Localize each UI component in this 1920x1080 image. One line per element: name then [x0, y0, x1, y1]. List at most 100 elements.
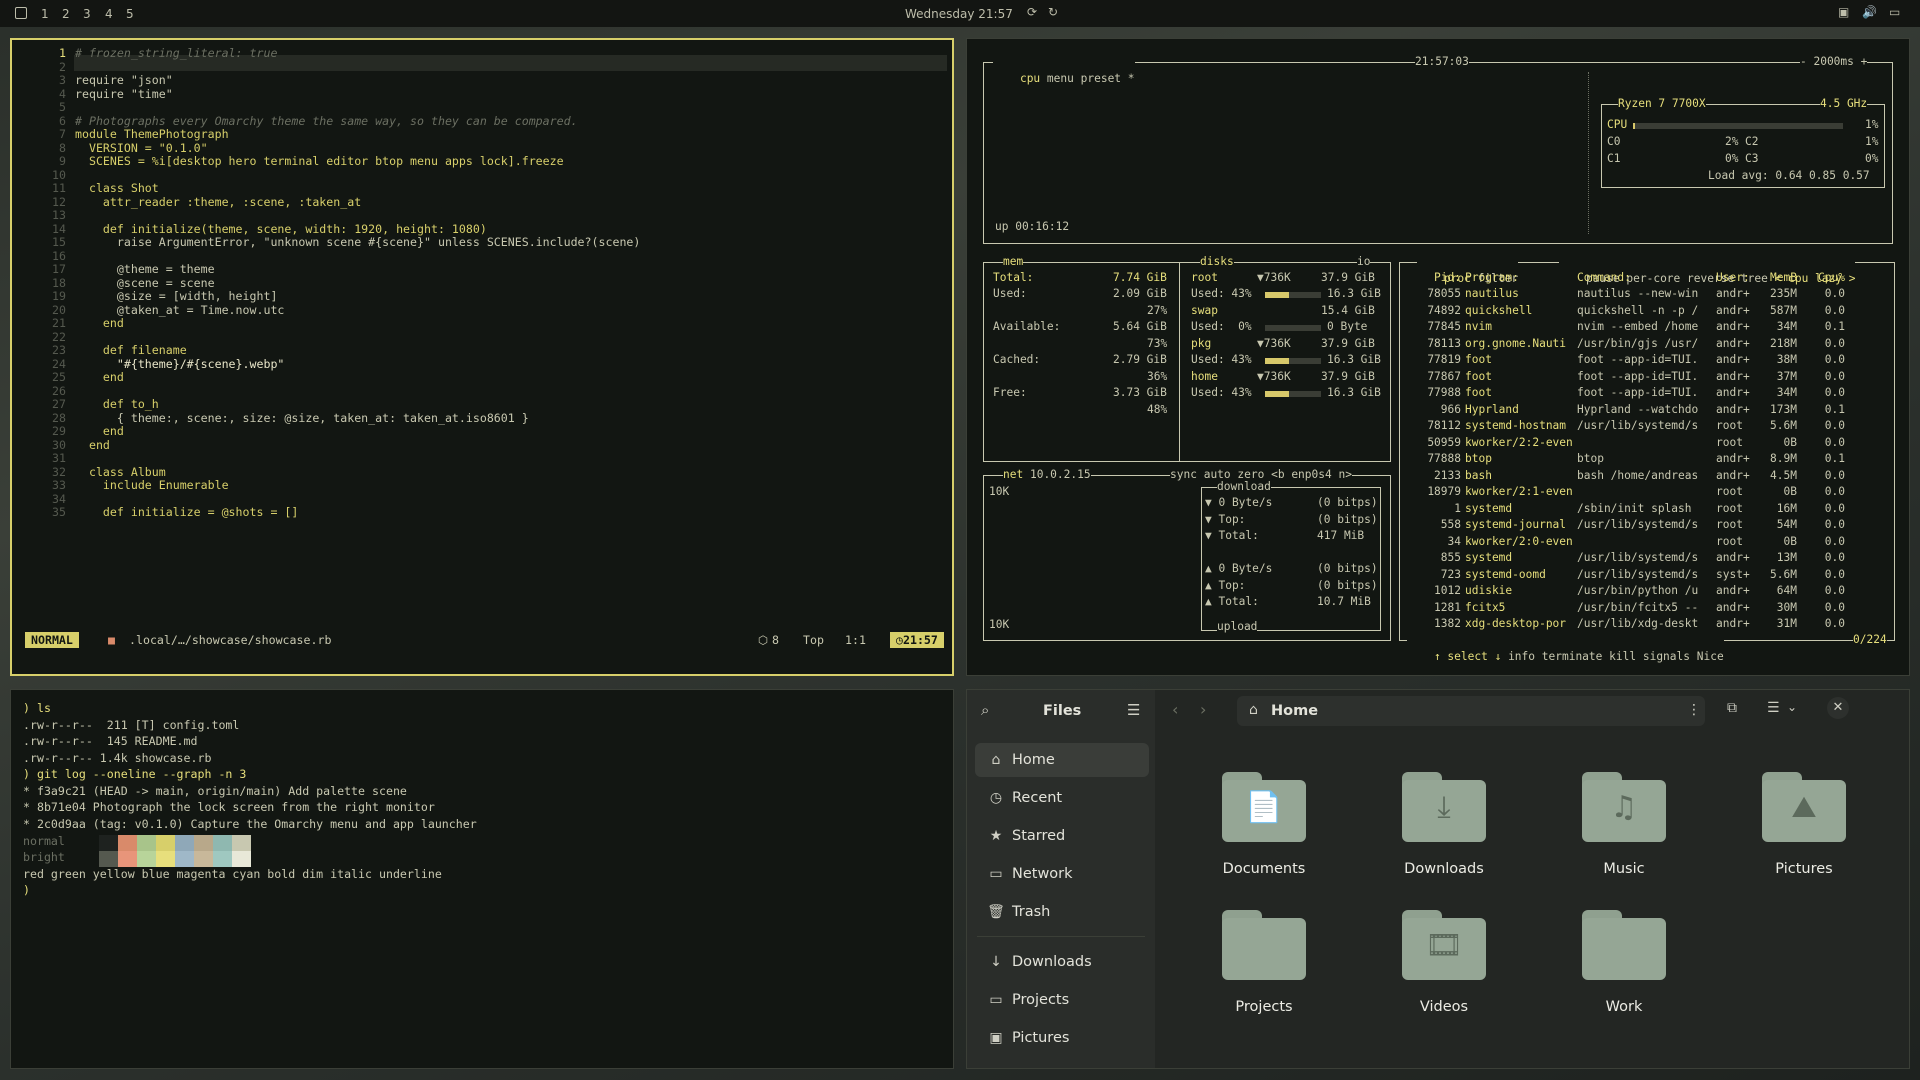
net-interface[interactable]: <b enp0s4 n> [1271, 468, 1352, 481]
process-cell: quickshell -n -p / [1577, 303, 1699, 317]
folder-label[interactable]: Music [1549, 861, 1699, 877]
terminal-line: red green yellow blue magenta cyan bold … [23, 867, 442, 881]
folder-music[interactable]: ♫ [1582, 772, 1666, 842]
folder-videos[interactable]: 🎞 [1402, 910, 1486, 980]
sidebar-item-trash[interactable]: 🗑 Trash [975, 895, 1149, 929]
mem-available-pct: 73% [1147, 337, 1168, 350]
app-launcher-icon[interactable] [15, 7, 27, 19]
projects-icon: ▭ [989, 992, 1003, 1008]
menu-tab[interactable]: menu [1047, 72, 1074, 85]
process-cell: 966 [1440, 402, 1461, 416]
folder-downloads[interactable]: ⤓ [1402, 772, 1486, 842]
display-icon[interactable]: ▭ [1889, 5, 1900, 19]
load-average: Load avg: 0.64 0.85 0.57 [1708, 169, 1870, 182]
process-cell: 0.0 [1824, 501, 1845, 515]
proc-column-header[interactable]: Program: [1465, 270, 1575, 287]
sidebar-item-recent[interactable]: ◷ Recent [975, 781, 1149, 815]
process-cell: 64M [1776, 584, 1797, 597]
proc-nice[interactable]: Nice [1697, 650, 1724, 663]
forward-icon[interactable]: › [1200, 700, 1206, 719]
workspace-5[interactable]: 5 [126, 7, 134, 21]
folder-label[interactable]: Videos [1369, 999, 1519, 1015]
mem-disk-divider [1179, 262, 1180, 462]
proc-column-header[interactable]: Pid: [1407, 270, 1461, 287]
sidebar-item-network[interactable]: ▭ Network [975, 857, 1149, 891]
process-cell: 37M [1776, 369, 1797, 383]
screenshot-icon[interactable]: ⧉ [1727, 700, 1737, 716]
location-menu-icon[interactable]: ⋮ [1687, 702, 1701, 718]
volume-icon[interactable]: 🔊 [1862, 5, 1877, 19]
process-cell: root [1716, 534, 1743, 548]
proc-column-header[interactable]: MemB [1752, 270, 1797, 287]
disk-free: 16.3 GiB [1327, 353, 1381, 366]
folder-label[interactable]: Pictures [1729, 861, 1879, 877]
folder-label[interactable]: Projects [1189, 999, 1339, 1015]
process-cell: nautilus [1465, 287, 1519, 300]
close-icon[interactable]: ✕ [1827, 697, 1849, 719]
folder-label[interactable]: Downloads [1369, 861, 1519, 877]
location-bar[interactable]: ⌂ Home ⋮ [1237, 696, 1705, 726]
bookmark-pictures[interactable]: ▣ Pictures [975, 1021, 1149, 1055]
proc-column-header[interactable]: User: [1716, 270, 1750, 287]
back-icon[interactable]: ‹ [1172, 700, 1178, 719]
workspace-3[interactable]: 3 [83, 7, 91, 21]
sidebar-item-starred[interactable]: ★ Starred [975, 819, 1149, 853]
bookmark-projects[interactable]: ▭ Projects [975, 983, 1149, 1017]
editor-window[interactable]: 1 # frozen_string_literal: true 2 3 require … [10, 38, 954, 676]
view-options-icon[interactable]: ⌄ [1787, 700, 1797, 714]
clock[interactable]: Wednesday 21:57 [905, 7, 1013, 21]
folder-documents[interactable]: 📄 [1222, 772, 1306, 842]
disk-name: root [1191, 271, 1218, 284]
folder-label[interactable]: Documents [1189, 861, 1339, 877]
terminal-window[interactable]: ) ls .rw-r--r-- 211 [T] config.toml .rw-r-… [10, 689, 954, 1069]
folder-label[interactable]: Work [1549, 999, 1699, 1015]
workspace-2[interactable]: 2 [62, 7, 70, 21]
proc-info[interactable]: info [1508, 650, 1535, 663]
process-cell: 1012 [1434, 584, 1461, 597]
preset-tab[interactable]: preset * [1081, 72, 1135, 85]
proc-signals[interactable]: signals [1643, 650, 1690, 663]
update-interval[interactable]: - 2000ms + [1800, 54, 1868, 71]
folder-projects[interactable] [1222, 910, 1306, 980]
process-cell: syst+ [1716, 567, 1750, 581]
screen-icon[interactable]: ▣ [1838, 5, 1849, 19]
mem-total-label: Total: [993, 271, 1034, 284]
proc-terminate[interactable]: terminate [1542, 650, 1603, 663]
files-window[interactable]: ⌕ Files ☰ ⌂ Home ◷ Recent ★ Starred ▭ Network 🗑 T… [966, 689, 1910, 1069]
refresh-icon[interactable]: ↻ [1048, 5, 1058, 19]
process-cell: 77819 [1427, 353, 1461, 366]
hamburger-icon[interactable]: ☰ [1127, 701, 1140, 719]
terminal-line: ) ls [23, 701, 51, 715]
files-sidebar: ⌕ Files ☰ ⌂ Home ◷ Recent ★ Starred ▭ Network 🗑 T… [967, 690, 1155, 1068]
upload-stat-value: (0 bitps) [1317, 578, 1378, 592]
mem-used: 2.09 GiB [1113, 287, 1167, 300]
download-stat-value: (0 bitps) [1317, 496, 1378, 509]
process-cell: 0B [1783, 485, 1797, 498]
proc-column-header[interactable]: Command: [1577, 270, 1714, 287]
folder-work[interactable] [1582, 910, 1666, 980]
sidebar-item-home[interactable]: ⌂ Home [975, 743, 1149, 777]
cpu-tab[interactable]: cpu [1020, 72, 1040, 85]
proc-select[interactable]: ↑ select ↓ [1434, 650, 1501, 663]
workspace-1[interactable]: 1 [41, 7, 49, 21]
proc-kill[interactable]: kill [1609, 650, 1636, 663]
workspace-4[interactable]: 4 [105, 7, 113, 21]
folder-pictures[interactable]: ⛰ [1762, 772, 1846, 842]
net-sync[interactable]: sync [1170, 468, 1197, 481]
cpu-total-label: CPU [1607, 118, 1628, 131]
folder-body [1222, 918, 1306, 980]
process-cell: 4.5M [1770, 468, 1797, 482]
btop-window[interactable]: cpu menu preset * 21:57:03 - 2000ms + Ry… [966, 38, 1910, 676]
process-cell: /sbin/init splash [1577, 501, 1692, 515]
download-stat-label: ▼ Top: [1205, 512, 1246, 526]
search-icon[interactable]: ⌕ [981, 701, 989, 719]
folder-documents-icon: 📄 [1245, 790, 1283, 825]
sync-icon[interactable]: ⟳ [1027, 5, 1037, 19]
process-cell: 723 [1440, 567, 1461, 581]
core-1-label: C1 [1607, 152, 1621, 165]
process-cell: 0.1 [1824, 320, 1845, 333]
view-list-icon[interactable]: ☰ [1767, 700, 1780, 716]
proc-column-header[interactable]: Cpu% [1805, 270, 1845, 287]
download-stat-label: ▼ Total: [1205, 529, 1259, 542]
bookmark-downloads[interactable]: ↓ Downloads [975, 945, 1149, 979]
